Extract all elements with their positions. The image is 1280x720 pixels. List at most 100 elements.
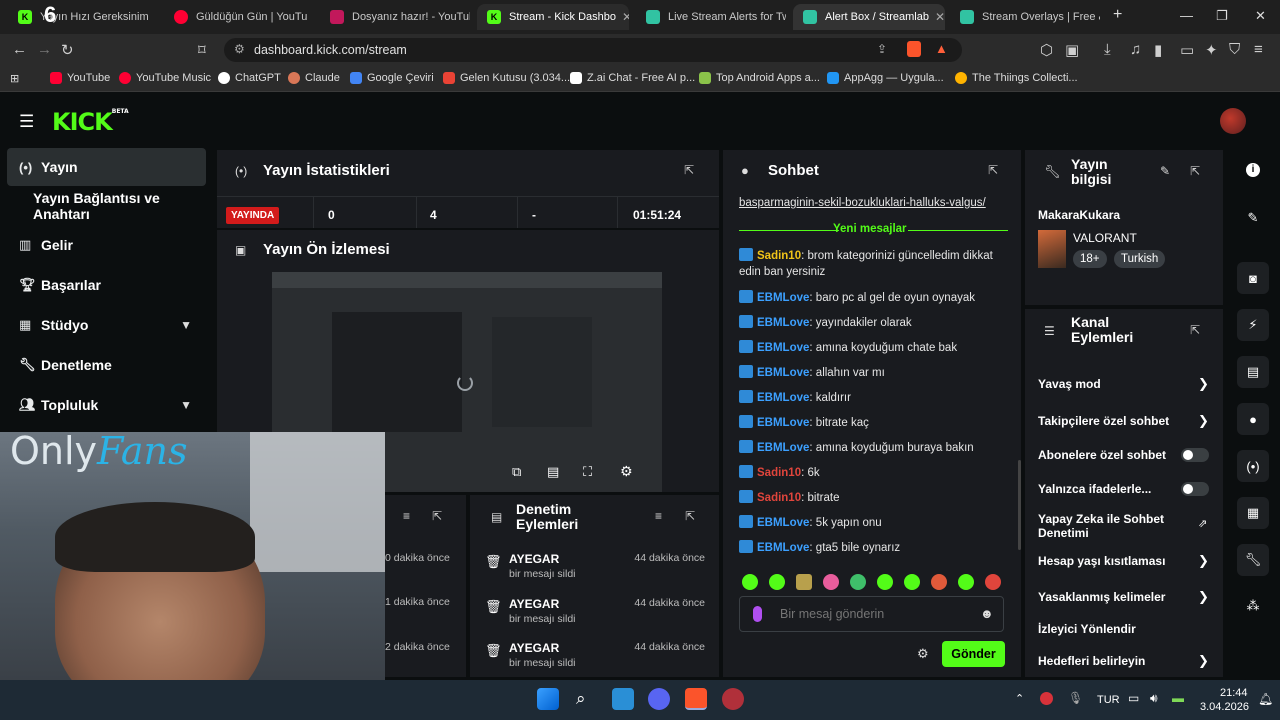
extensions-icon[interactable]: ⬡ xyxy=(1040,41,1053,59)
settings-gear-icon[interactable]: ⚙ xyxy=(620,463,633,480)
battery-icon[interactable]: ▬ xyxy=(1172,691,1184,705)
kick-logo[interactable]: KICKBETA xyxy=(52,108,129,136)
emote-icon[interactable] xyxy=(769,574,785,590)
notes-icon[interactable]: ▤ xyxy=(1237,356,1269,388)
sidebar-item-moderation[interactable]: 🔧︎ Denetleme xyxy=(7,346,206,384)
sidebar-item-stream-key[interactable]: Yayın Bağlantısı ve Anahtarı xyxy=(21,187,215,225)
emote-icon[interactable] xyxy=(904,574,920,590)
bookmark-icon[interactable]: ⌑ xyxy=(198,41,206,59)
volume-icon[interactable]: 🔊︎ xyxy=(1150,691,1158,706)
chat-username[interactable]: EBMLove xyxy=(757,442,809,454)
emotes-only-toggle[interactable] xyxy=(1181,482,1209,496)
clock-time[interactable]: 21:44 xyxy=(1220,687,1248,699)
camera-icon[interactable]: ◙ xyxy=(1237,262,1269,294)
apps-dots-icon[interactable]: ⁂ xyxy=(1237,590,1269,622)
lightning-icon[interactable]: ⚡︎ xyxy=(1237,309,1269,341)
game-name[interactable]: VALORANT xyxy=(1073,231,1137,245)
bookmark-gmail[interactable]: Gelen Kutusu (3.034... xyxy=(443,72,570,84)
start-windows-icon[interactable] xyxy=(537,688,559,710)
tab-kick-dashboard[interactable]: K Stream - Kick Dashbo ✕ xyxy=(477,4,629,30)
popout-icon[interactable]: ⇱ xyxy=(988,163,998,177)
game-thumbnail[interactable] xyxy=(1038,230,1066,268)
new-tab-icon[interactable]: + xyxy=(1113,6,1122,24)
obs-icon[interactable] xyxy=(722,688,744,710)
chat-input[interactable] xyxy=(780,605,970,623)
mod-user[interactable]: AYEGAR xyxy=(509,597,559,611)
emote-icon[interactable] xyxy=(742,574,758,590)
theater-icon[interactable]: ▤ xyxy=(547,464,559,480)
chat-username[interactable]: Sadin10 xyxy=(757,492,801,504)
send-button[interactable]: Gönder xyxy=(942,641,1005,667)
info-icon[interactable]: i xyxy=(1246,163,1260,177)
popout-icon[interactable]: ⇱ xyxy=(1190,164,1200,178)
sidebar-item-studio[interactable]: ▦ Stüdyo ▼ xyxy=(7,306,206,344)
tab-stream-overlays[interactable]: Stream Overlays | Free & P xyxy=(950,4,1100,30)
chat-username[interactable]: EBMLove xyxy=(757,367,809,379)
reload-icon[interactable]: ↻ xyxy=(61,41,74,59)
chat-link[interactable]: basparmaginin-sekil-bozukluklari-halluks… xyxy=(739,197,986,209)
subscribers-only-toggle[interactable] xyxy=(1181,448,1209,462)
brave-shields-icon[interactable] xyxy=(907,41,921,57)
network-icon[interactable]: ▭ xyxy=(1128,691,1139,705)
emote-icon[interactable] xyxy=(985,574,1001,590)
wrench-icon[interactable]: 🔧︎ xyxy=(1237,544,1269,576)
account-age-row[interactable]: Hesap yaşı kısıtlaması xyxy=(1038,554,1210,568)
emote-icon[interactable] xyxy=(877,574,893,590)
wallet-icon[interactable]: ▭ xyxy=(1180,41,1194,59)
sidebar-item-achievements[interactable]: 🏆︎ Başarılar xyxy=(7,266,206,304)
broadcast-icon[interactable]: (•) xyxy=(1237,450,1269,482)
edit-pencil-icon[interactable]: ✎ xyxy=(1237,202,1269,234)
popout-icon[interactable]: ⇱ xyxy=(685,509,695,523)
emote-icon[interactable] xyxy=(850,574,866,590)
sidebar-item-community[interactable]: 👥︎ Topluluk ▼ xyxy=(7,386,206,424)
chat-username[interactable]: EBMLove xyxy=(757,542,809,554)
pip-icon[interactable]: ⧉ xyxy=(512,464,521,480)
chat-username[interactable]: Sadin10 xyxy=(757,250,801,262)
chat-username[interactable]: EBMLove xyxy=(757,317,809,329)
raid-row[interactable]: İzleyici Yönlendir xyxy=(1038,622,1210,636)
brave-browser-icon[interactable] xyxy=(685,688,707,710)
minimize-icon[interactable]: — xyxy=(1180,8,1193,23)
share-icon[interactable]: ⇪ xyxy=(877,42,887,56)
forward-icon[interactable]: → xyxy=(37,41,52,58)
edit-pencil-icon[interactable]: ✎ xyxy=(1160,164,1170,178)
site-info-icon[interactable]: ⚙ xyxy=(234,42,245,56)
bookmark-appagg[interactable]: AppAgg — Uygula... xyxy=(827,72,944,84)
filter-icon[interactable]: ≡ xyxy=(403,509,410,523)
avatar[interactable] xyxy=(1220,108,1246,134)
back-icon[interactable]: ← xyxy=(12,41,27,58)
notifications-icon[interactable]: 🔔︎ xyxy=(1258,692,1273,706)
mic-icon[interactable] xyxy=(753,606,762,622)
bookmark-google-translate[interactable]: Google Çeviri xyxy=(350,72,434,84)
tab-alert-box[interactable]: Alert Box / Streamlab ✕ xyxy=(793,4,945,30)
download-icon[interactable]: ⤓ xyxy=(1104,41,1111,58)
tab-youtube-ready[interactable]: Dosyanız hazır! - YouTube xyxy=(320,4,470,30)
fullscreen-icon[interactable]: ⛶ xyxy=(583,464,592,480)
bookmark-youtube[interactable]: YouTube xyxy=(50,72,110,84)
mic-tray-icon[interactable]: 🎙︎ xyxy=(1068,691,1083,705)
chat-username[interactable]: EBMLove xyxy=(757,342,809,354)
popout-icon[interactable]: ⇱ xyxy=(432,509,442,523)
chat-input-box[interactable]: ☻ xyxy=(739,596,1004,632)
close-tab-icon[interactable]: ✕ xyxy=(616,10,629,24)
emote-icon[interactable] xyxy=(931,574,947,590)
bookmark-chatgpt[interactable]: ChatGPT xyxy=(218,72,281,84)
vpn-icon[interactable]: ⛉ xyxy=(1229,41,1240,58)
bookmark-zai[interactable]: Z.ai Chat - Free AI p... xyxy=(570,72,695,84)
popout-icon[interactable]: ⇱ xyxy=(1190,323,1200,337)
chat-settings-gear-icon[interactable]: ⚙ xyxy=(917,646,929,662)
mod-user[interactable]: AYEGAR xyxy=(509,641,559,655)
bookmark-youtube-music[interactable]: YouTube Music xyxy=(119,72,211,84)
emote-icon[interactable] xyxy=(823,574,839,590)
chat-username[interactable]: EBMLove xyxy=(757,292,809,304)
close-tab-icon[interactable]: ✕ xyxy=(929,10,945,24)
ai-moderation-row[interactable]: Yapay Zeka ile Sohbet Denetimi xyxy=(1038,512,1188,540)
emoji-icon[interactable]: ☻ xyxy=(980,606,994,621)
screenshot-icon[interactable]: ▣ xyxy=(1065,41,1079,59)
tab-youtube-gulдugun[interactable]: Güldüğün Gün | YouTu xyxy=(164,4,314,30)
followers-only-row[interactable]: Takipçilere özel sohbet xyxy=(1038,414,1210,428)
mod-user[interactable]: AYEGAR xyxy=(509,552,559,566)
leo-ai-icon[interactable]: ✦ xyxy=(1205,41,1218,59)
sidebar-item-stream[interactable]: (•) Yayın xyxy=(7,148,206,186)
sidebar-toggle-icon[interactable]: ▮ xyxy=(1154,41,1162,59)
